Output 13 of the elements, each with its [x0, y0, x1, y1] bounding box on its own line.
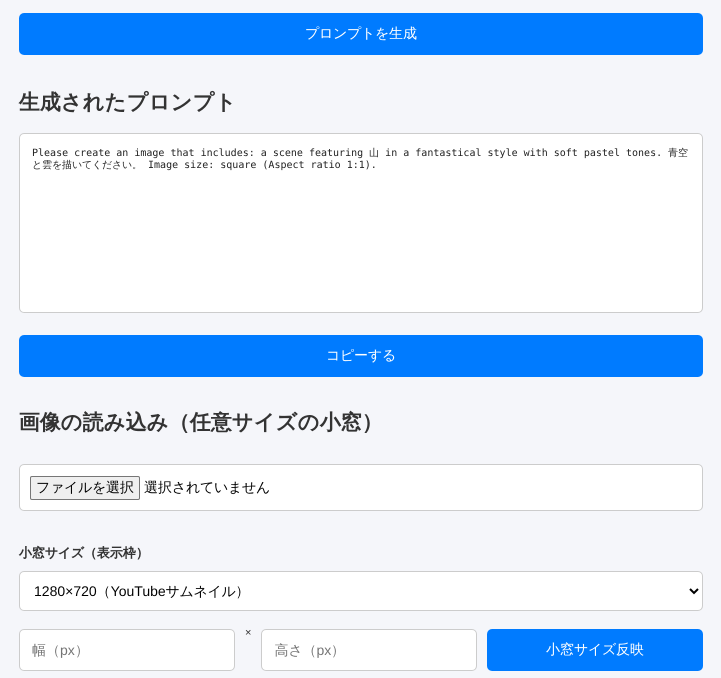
prompt-textarea[interactable]: Please create an image that includes: a scene featuring 山 in a fantastical style with soft pastel tones. 青空と雲を描いてください。 Image size: square (Aspect ratio 1:1).: [19, 133, 703, 313]
field-label: 小窓サイズ（表示枠）: [19, 544, 150, 562]
file-status-text: 選択されていません: [144, 478, 270, 496]
generate-prompt-button[interactable]: プロンプトを生成: [19, 13, 703, 55]
section-heading: 画像の読み込み（任意サイズの小窓）: [19, 410, 384, 436]
height-input[interactable]: 高さ（px）: [261, 629, 478, 671]
size-select[interactable]: 1280×720（YouTubeサムネイル）: [19, 571, 703, 611]
section-heading: 生成されたプロンプト: [19, 90, 238, 116]
apply-size-button[interactable]: 小窓サイズ反映: [487, 629, 703, 671]
width-input[interactable]: 幅（px）: [19, 629, 235, 671]
times-sign: ×: [245, 627, 252, 639]
choose-file-button[interactable]: ファイルを選択: [30, 476, 140, 500]
copy-button[interactable]: コピーする: [19, 335, 703, 377]
